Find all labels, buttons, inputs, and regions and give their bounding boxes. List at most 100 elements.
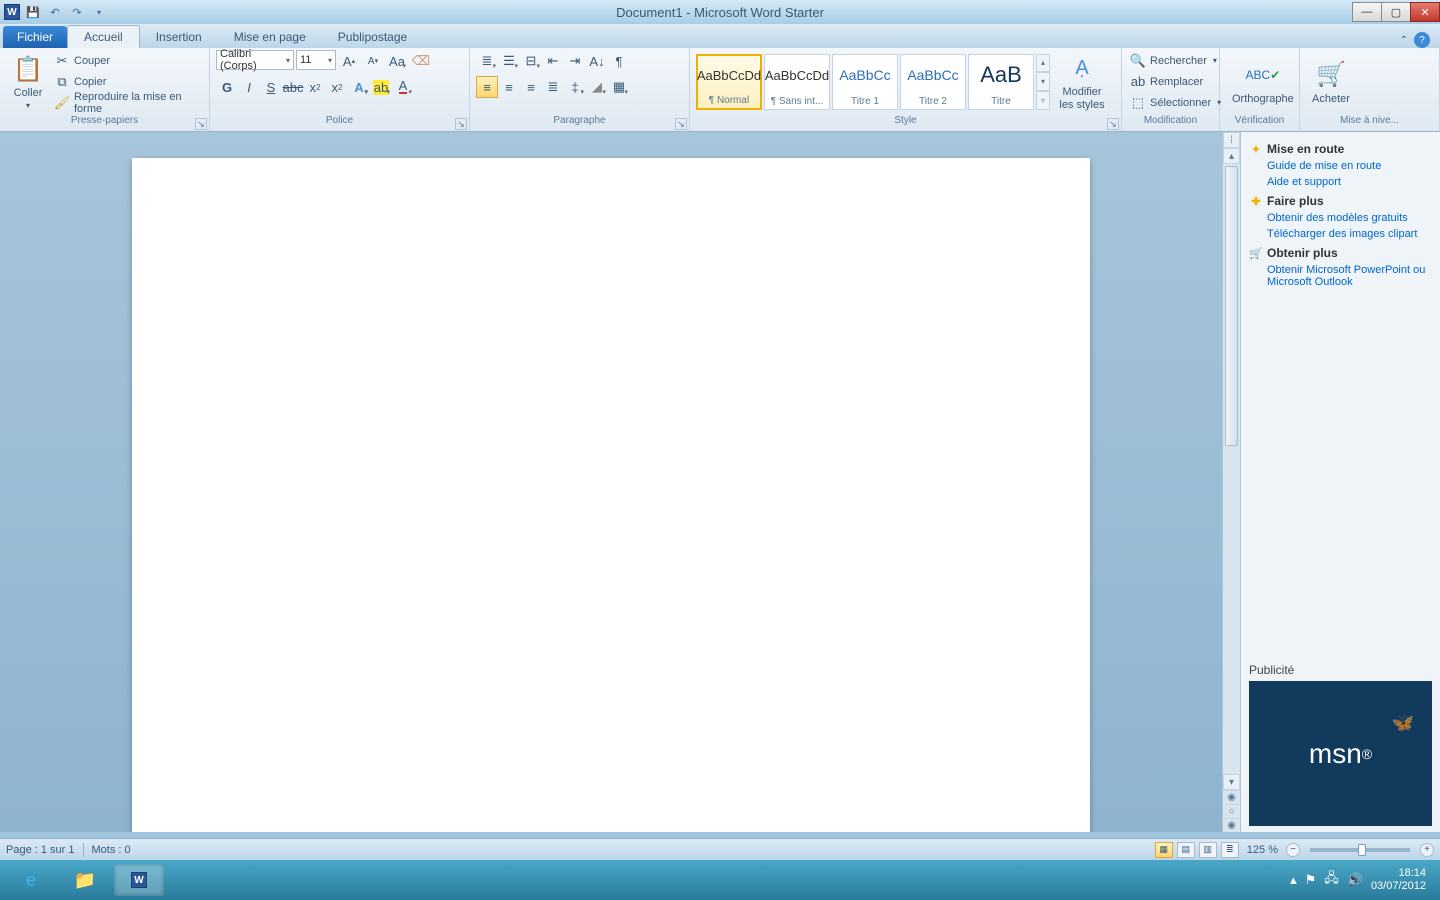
minimize-button[interactable]: — (1352, 2, 1382, 22)
taskbar-word[interactable]: W (114, 864, 164, 896)
styles-launcher[interactable]: ↘ (1107, 118, 1119, 130)
gallery-more[interactable]: ▿ (1036, 91, 1050, 110)
change-styles-button[interactable]: Ạ Modifier les styles (1052, 50, 1112, 112)
clear-formatting-button[interactable]: ⌫ (410, 50, 432, 72)
zoom-thumb[interactable] (1358, 844, 1366, 856)
tab-accueil[interactable]: Accueil (67, 25, 140, 48)
find-button[interactable]: 🔍Rechercher▾ (1128, 51, 1223, 71)
style-sans-interligne[interactable]: AaBbCcDd¶ Sans int... (764, 54, 830, 110)
file-tab[interactable]: Fichier (3, 26, 67, 48)
underline-button[interactable]: S (260, 76, 282, 98)
gallery-down[interactable]: ▾ (1036, 72, 1050, 91)
link-templates[interactable]: Obtenir des modèles gratuits (1249, 210, 1432, 226)
multilevel-list-button[interactable]: ⊟ (520, 50, 542, 72)
font-name-select[interactable]: Calibri (Corps)▾ (216, 50, 294, 70)
prev-page[interactable]: ◉ (1223, 790, 1240, 804)
superscript-button[interactable]: x2 (326, 76, 348, 98)
buy-button[interactable]: 🛒 Acheter (1306, 57, 1356, 107)
copy-button[interactable]: ⧉Copier (52, 72, 203, 92)
style-normal[interactable]: AaBbCcDd¶ Normal (696, 54, 762, 110)
minimize-ribbon-button[interactable]: ⌃ (1400, 35, 1408, 46)
font-color-button[interactable]: A (392, 76, 414, 98)
ad-box[interactable]: msn® 🦋 (1249, 681, 1432, 826)
decrease-indent-button[interactable]: ⇤ (542, 50, 564, 72)
select-button[interactable]: ⬚Sélectionner▾ (1128, 93, 1223, 113)
maximize-button[interactable]: ▢ (1381, 2, 1411, 22)
gallery-up[interactable]: ▴ (1036, 54, 1050, 73)
close-button[interactable]: ✕ (1410, 2, 1440, 22)
show-hidden-icon[interactable]: ▴ (1290, 872, 1297, 888)
next-page[interactable]: ◉ (1223, 818, 1240, 832)
numbering-button[interactable]: ☰ (498, 50, 520, 72)
borders-button[interactable]: ▦ (608, 76, 630, 98)
justify-button[interactable]: ≣ (542, 76, 564, 98)
spelling-button[interactable]: ABC✔ Orthographe (1226, 57, 1300, 107)
format-painter-button[interactable]: 🖌Reproduire la mise en forme (52, 93, 203, 113)
font-launcher[interactable]: ↘ (455, 118, 467, 130)
style-titre1[interactable]: AaBbCcTitre 1 (832, 54, 898, 110)
zoom-out[interactable]: − (1286, 843, 1300, 857)
redo-button[interactable]: ↷ (68, 3, 86, 21)
help-button[interactable]: ? (1414, 32, 1430, 48)
align-right-button[interactable]: ≡ (520, 76, 542, 98)
scroll-track[interactable] (1223, 164, 1240, 774)
text-effects-button[interactable]: A (348, 76, 370, 98)
web-layout-view[interactable]: ▥ (1199, 842, 1217, 858)
bullets-button[interactable]: ≣ (476, 50, 498, 72)
strikethrough-button[interactable]: abc (282, 76, 304, 98)
page-indicator[interactable]: Page : 1 sur 1 (6, 844, 75, 856)
undo-button[interactable]: ↶ (46, 3, 64, 21)
clipboard-launcher[interactable]: ↘ (195, 118, 207, 130)
tab-insertion[interactable]: Insertion (140, 26, 218, 48)
taskbar-explorer[interactable]: 📁 (60, 864, 110, 896)
shading-button[interactable]: ◢ (586, 76, 608, 98)
tab-publipostage[interactable]: Publipostage (322, 26, 423, 48)
paragraph-launcher[interactable]: ↘ (675, 118, 687, 130)
link-help[interactable]: Aide et support (1249, 174, 1432, 190)
grow-font-button[interactable]: A▴ (338, 50, 360, 72)
page[interactable] (132, 158, 1090, 832)
paste-button[interactable]: 📋 Coller ▾ (6, 51, 50, 112)
tab-mise-en-page[interactable]: Mise en page (218, 26, 322, 48)
zoom-label[interactable]: 125 % (1247, 844, 1278, 856)
scroll-thumb[interactable] (1225, 166, 1238, 446)
qat-customize[interactable]: ▾ (90, 3, 108, 21)
print-layout-view[interactable]: ▦ (1155, 842, 1173, 858)
taskbar-ie[interactable]: e (6, 864, 56, 896)
clock[interactable]: 18:14 03/07/2012 (1371, 867, 1426, 893)
shrink-font-button[interactable]: A▾ (362, 50, 384, 72)
scroll-split-icon[interactable]: ⁞ (1223, 132, 1240, 148)
italic-button[interactable]: I (238, 76, 260, 98)
zoom-in[interactable]: + (1420, 843, 1434, 857)
align-left-button[interactable]: ≡ (476, 76, 498, 98)
outline-view[interactable]: ≣ (1221, 842, 1239, 858)
vertical-scrollbar[interactable]: ⁞ ▴ ▾ ◉ ○ ◉ (1222, 132, 1240, 832)
align-center-button[interactable]: ≡ (498, 76, 520, 98)
link-office[interactable]: Obtenir Microsoft PowerPoint ou Microsof… (1249, 262, 1432, 290)
font-size-select[interactable]: 11▾ (296, 50, 336, 70)
zoom-slider[interactable] (1310, 848, 1410, 852)
cut-button[interactable]: ✂Couper (52, 51, 203, 71)
change-case-button[interactable]: Aa (386, 50, 408, 72)
word-count[interactable]: Mots : 0 (92, 844, 131, 856)
line-spacing-button[interactable]: ‡ (564, 76, 586, 98)
document-area[interactable] (0, 132, 1222, 832)
show-marks-button[interactable]: ¶ (608, 50, 630, 72)
app-icon[interactable]: W (4, 4, 20, 20)
volume-icon[interactable]: 🔊 (1347, 872, 1363, 888)
sort-button[interactable]: A↓ (586, 50, 608, 72)
style-titre2[interactable]: AaBbCcTitre 2 (900, 54, 966, 110)
save-button[interactable]: 💾 (24, 3, 42, 21)
increase-indent-button[interactable]: ⇥ (564, 50, 586, 72)
scroll-down[interactable]: ▾ (1223, 774, 1240, 790)
flag-icon[interactable]: ⚑ (1305, 872, 1317, 888)
link-clipart[interactable]: Télécharger des images clipart (1249, 226, 1432, 242)
scroll-up[interactable]: ▴ (1223, 148, 1240, 164)
reading-view[interactable]: ▤ (1177, 842, 1195, 858)
bold-button[interactable]: G (216, 76, 238, 98)
network-icon[interactable]: 🖧 (1324, 869, 1339, 891)
style-titre[interactable]: AaBTitre (968, 54, 1034, 110)
link-guide[interactable]: Guide de mise en route (1249, 158, 1432, 174)
subscript-button[interactable]: x2 (304, 76, 326, 98)
highlight-button[interactable]: ab (370, 76, 392, 98)
